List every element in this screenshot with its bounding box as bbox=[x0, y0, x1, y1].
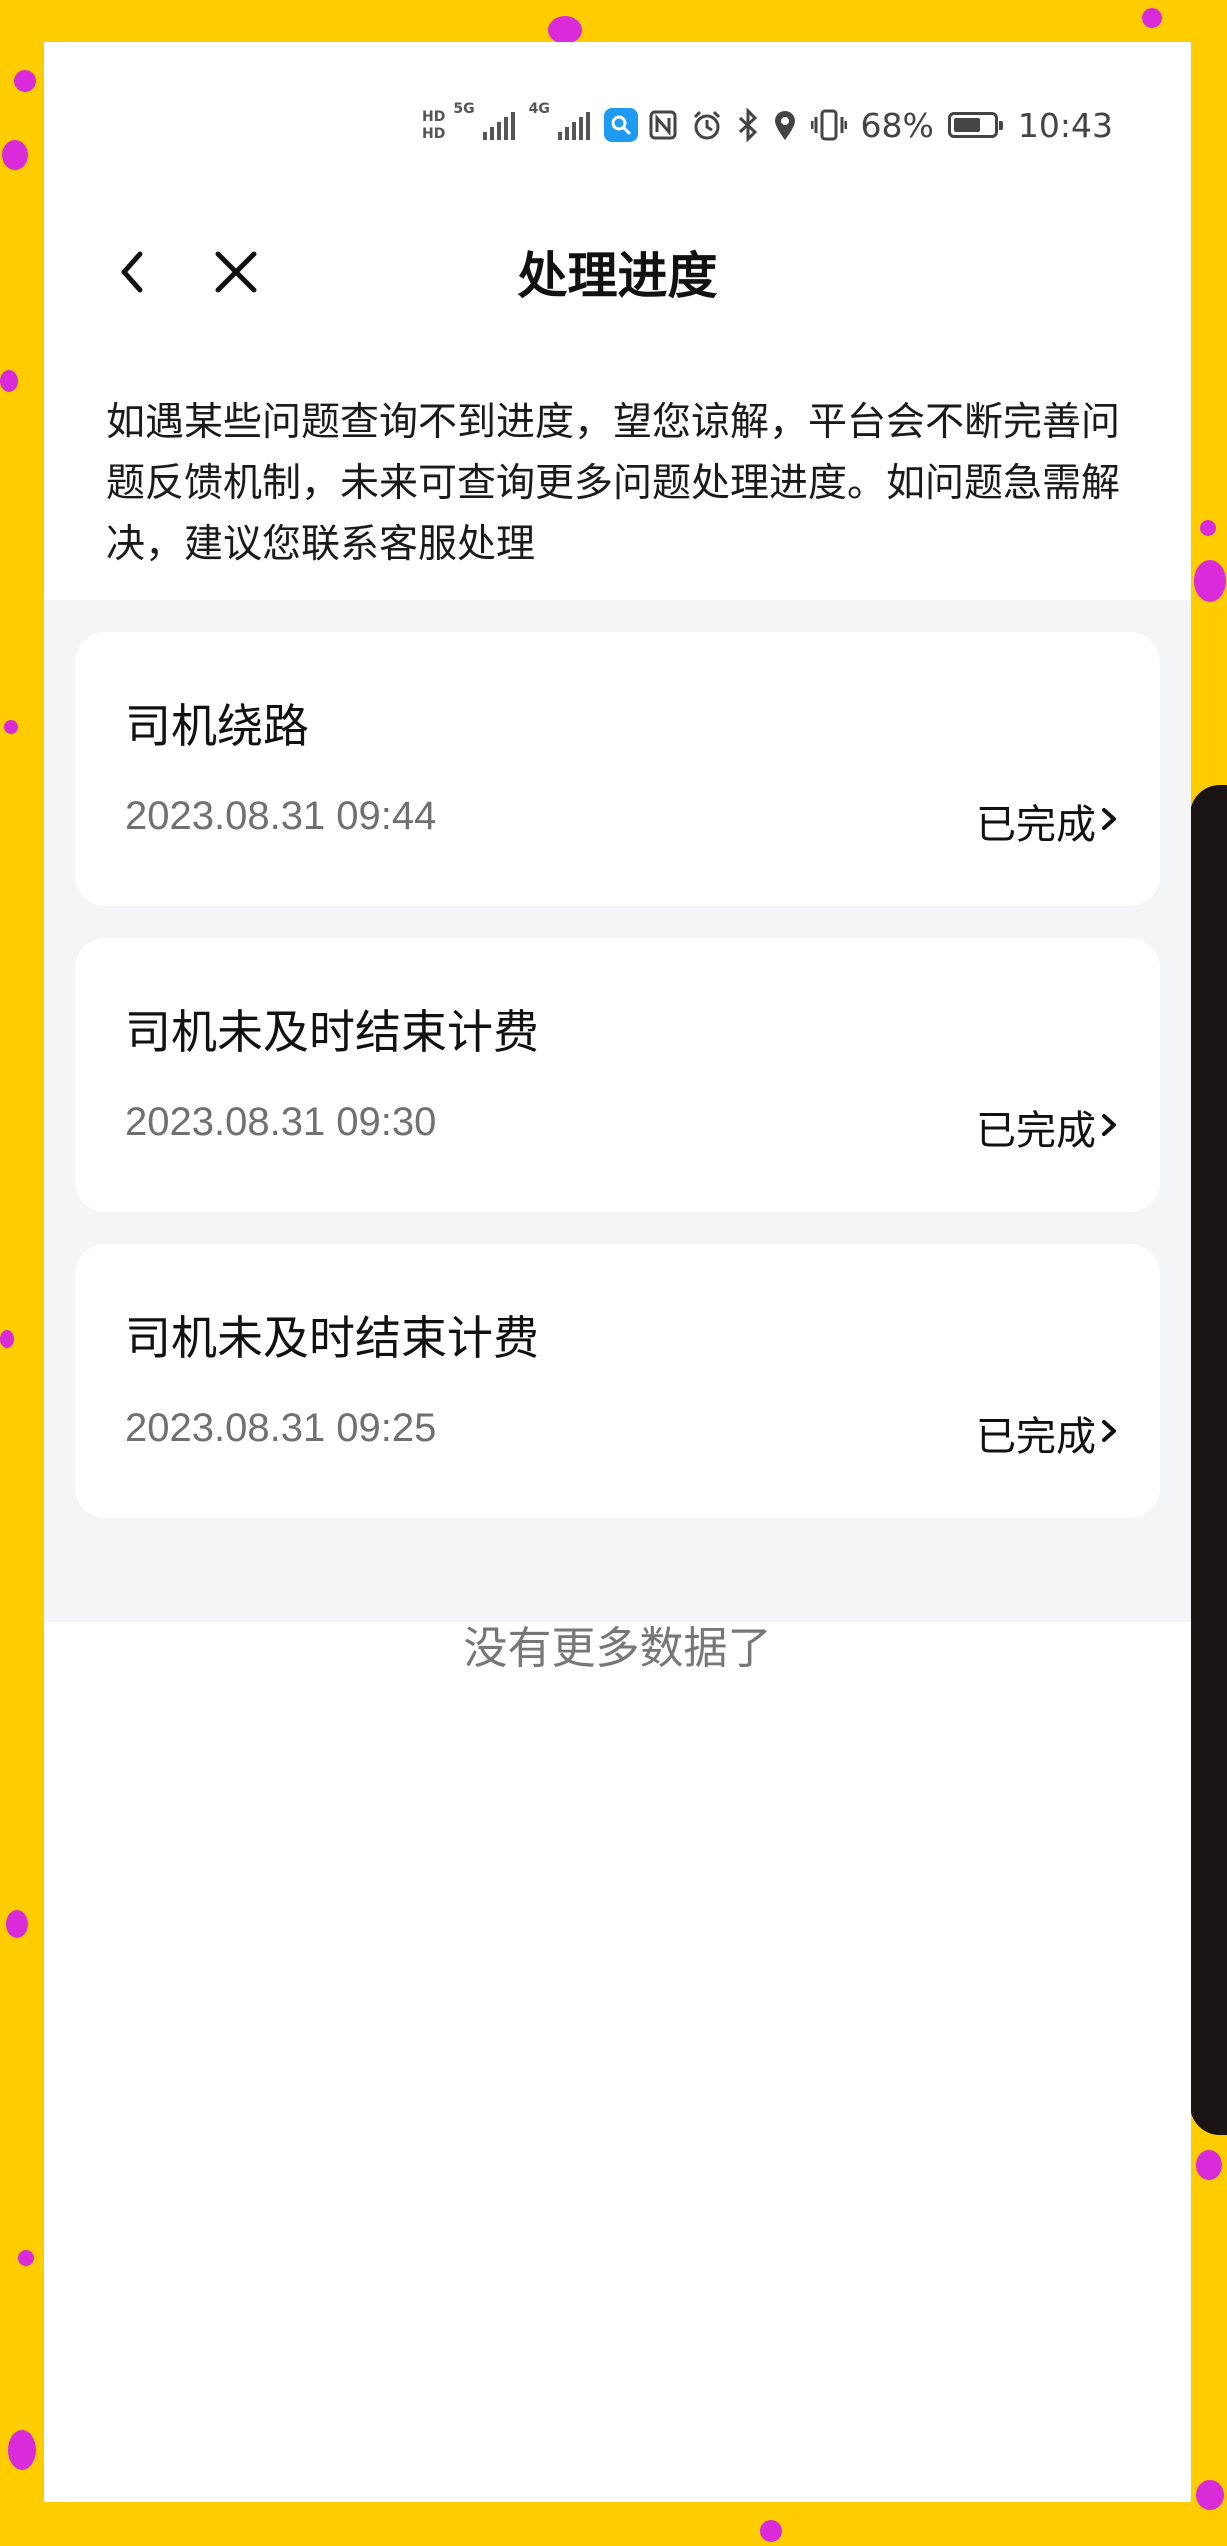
battery-icon bbox=[947, 112, 1003, 138]
background-dot bbox=[1196, 2150, 1222, 2180]
record-title: 司机绕路 bbox=[125, 699, 309, 753]
location-icon bbox=[774, 111, 795, 140]
chevron-right-icon bbox=[1102, 808, 1116, 830]
chevron-right-icon bbox=[1102, 1420, 1116, 1442]
record-time: 2023.08.31 09:30 bbox=[125, 1100, 437, 1144]
background-dot bbox=[1196, 2480, 1224, 2510]
search-app-icon bbox=[603, 108, 638, 142]
signal-icon bbox=[482, 110, 515, 140]
record-card[interactable]: 司机未及时结束计费 2023.08.31 09:30 已完成 bbox=[75, 938, 1160, 1212]
bluetooth-icon bbox=[738, 108, 757, 142]
network-5g-label: 5G bbox=[453, 101, 475, 117]
hd-label-top: HD bbox=[422, 108, 446, 125]
nfc-icon bbox=[649, 110, 677, 140]
nav-bar: 处理进度 bbox=[44, 212, 1191, 332]
record-card[interactable]: 司机未及时结束计费 2023.08.31 09:25 已完成 bbox=[75, 1244, 1160, 1518]
hd-indicator: HD HD bbox=[422, 110, 445, 141]
background-dot bbox=[0, 370, 18, 392]
background-dot bbox=[0, 1330, 14, 1348]
page-title: 处理进度 bbox=[517, 247, 718, 305]
hd-label-bottom: HD bbox=[422, 125, 446, 142]
network-indicators: HD HD 5G 4G bbox=[422, 98, 638, 152]
network-4g-label: 4G bbox=[528, 101, 550, 117]
background-dot bbox=[14, 70, 36, 92]
status-bar: HD HD 5G 4G 68% 10:43 bbox=[44, 98, 1191, 152]
record-time: 2023.08.31 09:25 bbox=[125, 1406, 437, 1450]
record-status: 已完成 bbox=[976, 802, 1096, 848]
background-dot bbox=[548, 16, 582, 44]
phone-screen: HD HD 5G 4G 68% 10:43 处理进度 如遇某些问题查询不到进度，… bbox=[44, 42, 1191, 2502]
vibrate-icon bbox=[810, 109, 847, 141]
alarm-icon bbox=[693, 110, 720, 140]
background-dot bbox=[2, 140, 28, 170]
background-dot bbox=[1194, 560, 1226, 602]
background-photo-edge bbox=[1190, 785, 1227, 2135]
background-dot bbox=[1200, 520, 1216, 536]
records-list: 司机绕路 2023.08.31 09:44 已完成 司机未及时结束计费 2023… bbox=[44, 600, 1191, 1622]
record-status: 已完成 bbox=[976, 1414, 1096, 1460]
signal-icon bbox=[557, 110, 590, 140]
background-dot bbox=[4, 720, 18, 734]
background-dot bbox=[8, 2430, 36, 2470]
battery-percent: 68% bbox=[860, 105, 934, 145]
background-dot bbox=[18, 2250, 34, 2266]
clock: 10:43 bbox=[1017, 105, 1113, 145]
record-time: 2023.08.31 09:44 bbox=[125, 794, 437, 838]
record-title: 司机未及时结束计费 bbox=[125, 1311, 539, 1365]
notice-text: 如遇某些问题查询不到进度，望您谅解，平台会不断完善问题反馈机制，未来可查询更多问… bbox=[106, 400, 1121, 567]
system-indicators: 68% 10:43 bbox=[649, 98, 1113, 152]
background-dot bbox=[6, 1910, 28, 1938]
no-more-data-text: 没有更多数据了 bbox=[463, 1623, 772, 1674]
background-dot bbox=[1142, 8, 1162, 28]
record-card[interactable]: 司机绕路 2023.08.31 09:44 已完成 bbox=[75, 632, 1160, 906]
background-dot bbox=[760, 2520, 782, 2542]
record-status: 已完成 bbox=[976, 1108, 1096, 1154]
record-title: 司机未及时结束计费 bbox=[125, 1005, 539, 1059]
chevron-right-icon bbox=[1102, 1114, 1116, 1136]
